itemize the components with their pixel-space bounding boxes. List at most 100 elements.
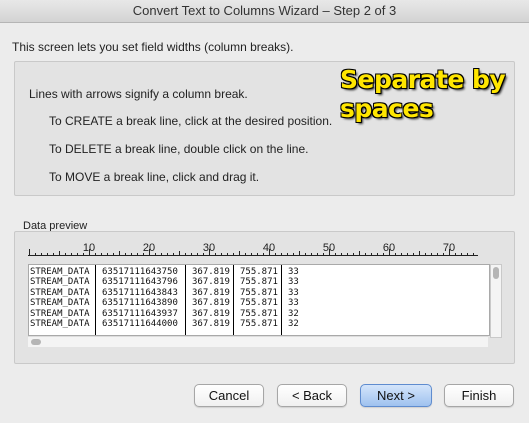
ruler-tick: [341, 253, 342, 255]
data-cell: 63517111643796: [102, 277, 178, 288]
ruler-tick: [71, 253, 72, 255]
data-cell: 33: [288, 298, 299, 309]
ruler-tick: [311, 253, 312, 255]
ruler-tick: [353, 253, 354, 255]
ruler-tick: [305, 253, 306, 255]
ruler-tick: [65, 253, 66, 255]
ruler-tick: [53, 253, 54, 255]
data-preview-area[interactable]: STREAM_DATA 63517111643750 367.819 755.871 3…: [28, 264, 490, 336]
data-cell: 755.871: [240, 298, 278, 309]
instruction-move: To MOVE a break line, click and drag it.: [49, 170, 260, 184]
ruler-tick: [317, 253, 318, 255]
finish-button[interactable]: Finish: [444, 384, 514, 407]
data-cell: STREAM_DATA: [30, 287, 90, 298]
ruler-tick: [455, 253, 456, 255]
vertical-scroll-thumb[interactable]: [493, 267, 499, 279]
ruler-tick: [407, 253, 408, 255]
data-cell: 367.819: [192, 308, 230, 319]
column-ruler[interactable]: 10 20 30 40 50 60 70: [28, 238, 478, 269]
data-preview-panel: 10 20 30 40 50 60 70 STREAM_DATA 63517111643750…: [14, 231, 515, 364]
instructions-panel: Lines with arrows signify a column break…: [14, 61, 515, 196]
ruler-tick: [371, 253, 372, 255]
ruler-tick: [167, 253, 168, 255]
ruler-tick: [47, 253, 48, 255]
data-cell: 32: [288, 319, 299, 329]
ruler-tick: [125, 253, 126, 255]
data-cell: 755.871: [240, 267, 278, 277]
ruler-tick: [473, 253, 474, 255]
ruler-tick: [335, 253, 336, 255]
ruler-tick: [251, 253, 252, 255]
data-cell: 755.871: [240, 308, 278, 319]
ruler-baseline: [28, 255, 478, 256]
data-cell: 63517111643890: [102, 298, 178, 309]
ruler-tick: [221, 253, 222, 255]
ruler-tick: [173, 253, 174, 255]
back-button[interactable]: < Back: [277, 384, 347, 407]
data-cell: 367.819: [192, 287, 230, 298]
vertical-scrollbar[interactable]: [490, 264, 502, 338]
data-cell: STREAM_DATA: [30, 267, 90, 277]
ruler-tick: [113, 253, 114, 255]
data-cell: 755.871: [240, 287, 278, 298]
ruler-number: 70: [442, 242, 456, 254]
data-cell: STREAM_DATA: [30, 277, 90, 288]
ruler-tick: [101, 253, 102, 255]
data-cell: 63517111643750: [102, 267, 178, 277]
ruler-tick: [137, 253, 138, 255]
next-button[interactable]: Next >: [360, 384, 432, 407]
ruler-number: 50: [322, 242, 336, 254]
ruler-number: 60: [382, 242, 396, 254]
column-break-line[interactable]: [281, 265, 282, 335]
ruler-number: 40: [262, 242, 276, 254]
ruler-tick: [41, 253, 42, 255]
data-cell: 32: [288, 308, 299, 319]
ruler-number: 20: [142, 242, 156, 254]
ruler-tick: [461, 253, 462, 255]
data-cell: STREAM_DATA: [30, 308, 90, 319]
data-cell: 33: [288, 287, 299, 298]
ruler-tick: [59, 251, 60, 255]
ruler-tick: [425, 253, 426, 255]
cancel-button[interactable]: Cancel: [194, 384, 264, 407]
ruler-tick: [347, 253, 348, 255]
ruler-tick: [107, 253, 108, 255]
data-cell: 63517111644000: [102, 319, 178, 329]
instruction-create: To CREATE a break line, click at the des…: [49, 114, 333, 128]
data-cell: 367.819: [192, 267, 230, 277]
ruler-tick: [227, 253, 228, 255]
instruction-delete: To DELETE a break line, double click on …: [49, 142, 309, 156]
data-cell: 367.819: [192, 319, 230, 329]
ruler-number: 10: [82, 242, 96, 254]
data-cell: 367.819: [192, 277, 230, 288]
horizontal-scroll-thumb[interactable]: [31, 339, 41, 345]
ruler-tick: [119, 251, 120, 255]
data-cell: 33: [288, 277, 299, 288]
ruler-tick: [215, 253, 216, 255]
ruler-tick: [287, 253, 288, 255]
ruler-tick: [185, 253, 186, 255]
horizontal-scrollbar[interactable]: [28, 336, 488, 347]
annotation-line-1: Separate by: [340, 65, 506, 94]
data-cell: 63517111643843: [102, 287, 178, 298]
ruler-tick: [299, 251, 300, 255]
ruler-tick: [179, 251, 180, 255]
data-cell: STREAM_DATA: [30, 298, 90, 309]
column-break-line[interactable]: [233, 265, 234, 335]
instruction-arrows: Lines with arrows signify a column break…: [29, 87, 248, 101]
ruler-tick: [359, 251, 360, 255]
ruler-tick: [95, 253, 96, 255]
ruler-tick: [395, 253, 396, 255]
ruler-tick: [131, 253, 132, 255]
ruler-tick: [197, 253, 198, 255]
ruler-tick: [281, 253, 282, 255]
ruler-tick: [257, 253, 258, 255]
column-break-line[interactable]: [185, 265, 186, 335]
ruler-tick: [419, 251, 420, 255]
ruler-tick: [155, 253, 156, 255]
column-break-line[interactable]: [95, 265, 96, 335]
ruler-tick: [467, 253, 468, 255]
data-cell: 755.871: [240, 319, 278, 329]
ruler-tick: [35, 253, 36, 255]
window-title: Convert Text to Columns Wizard – Step 2 …: [0, 0, 529, 23]
